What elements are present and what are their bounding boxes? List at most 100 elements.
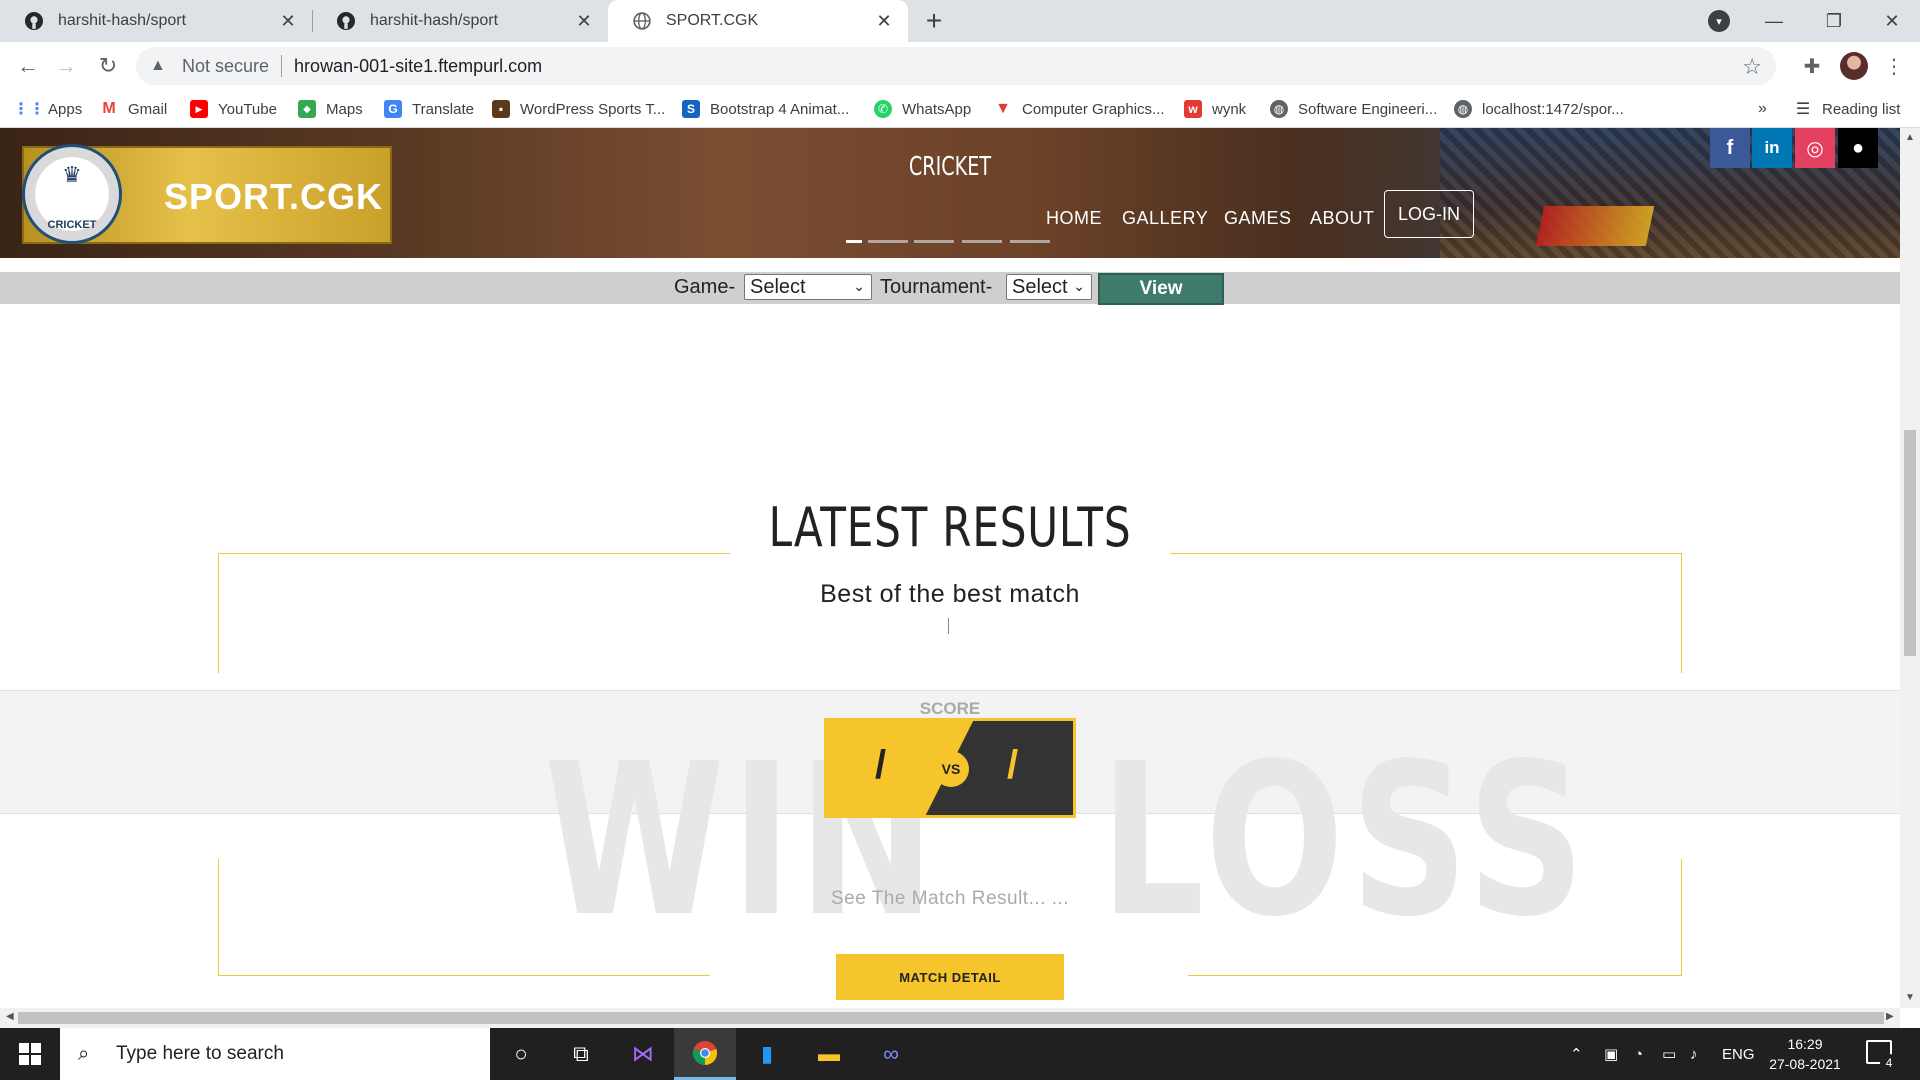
bookmark-label: Software Engineeri...: [1298, 100, 1438, 118]
tab-search-icon[interactable]: ▾: [1708, 10, 1730, 32]
address-bar[interactable]: ▲ Not secure hrowan-001-site1.ftempurl.c…: [136, 47, 1776, 85]
notification-count-badge: 4: [1880, 1054, 1898, 1072]
system-clock[interactable]: 16:29 27-08-2021: [1760, 1034, 1850, 1074]
volume-icon[interactable]: ♪: [1690, 1028, 1698, 1080]
bookmark-maps[interactable]: ◆ Maps: [298, 90, 363, 128]
bookmark-localhost[interactable]: ◍ localhost:1472/spor...: [1454, 90, 1624, 128]
browser-tab-2[interactable]: harshit-hash/sport ✕: [312, 0, 608, 42]
close-icon[interactable]: ✕: [278, 11, 298, 31]
view-button[interactable]: View: [1098, 273, 1224, 305]
bookmark-label: Translate: [412, 100, 474, 118]
taskbar-search-input[interactable]: ⌕ Type here to search: [60, 1028, 490, 1080]
scroll-up-arrow-icon[interactable]: ▲: [1904, 132, 1916, 143]
tournament-label: Tournament-: [880, 276, 993, 298]
bookmark-whatsapp[interactable]: ✆ WhatsApp: [874, 90, 971, 128]
maps-icon: ◆: [298, 100, 316, 118]
frame-right-lower-line: [1681, 859, 1682, 975]
cortana-icon[interactable]: ○: [490, 1028, 552, 1080]
file-explorer-icon[interactable]: ▬: [798, 1028, 860, 1080]
tray-chevron-up-icon[interactable]: ⌃: [1570, 1028, 1583, 1080]
tab-title: harshit-hash/sport: [58, 12, 187, 29]
back-arrow-icon[interactable]: ←: [12, 50, 44, 82]
security-label[interactable]: Not secure: [182, 56, 269, 77]
bookmark-bootstrap[interactable]: S Bootstrap 4 Animat...: [682, 90, 849, 128]
meet-now-icon[interactable]: ▣: [1604, 1028, 1618, 1080]
bookmark-gmail[interactable]: M Gmail: [100, 90, 167, 128]
game-label: Game-: [674, 276, 736, 298]
slide-indicator-4[interactable]: [962, 240, 1002, 243]
github-icon[interactable]: ●: [1838, 128, 1878, 168]
instagram-icon[interactable]: ◎: [1795, 128, 1835, 168]
frame-right-upper-line: [1681, 553, 1682, 673]
bookmark-software-engineering[interactable]: ◍ Software Engineeri...: [1270, 90, 1437, 128]
bookmarks-overflow-chevron-icon[interactable]: »: [1758, 90, 1767, 128]
left-team-score: /: [875, 743, 887, 787]
bookmark-youtube[interactable]: ▶ YouTube: [190, 90, 277, 128]
nav-about[interactable]: ABOUT: [1310, 208, 1375, 229]
horizontal-scrollbar[interactable]: ◀ ▶: [0, 1008, 1900, 1028]
bookmark-label: wynk: [1212, 100, 1247, 118]
restore-icon[interactable]: ❐: [1806, 0, 1862, 42]
bookmark-star-icon[interactable]: ☆: [1742, 54, 1762, 80]
browser-tab-1[interactable]: harshit-hash/sport ✕: [0, 0, 312, 42]
reading-list-button[interactable]: ☰ Reading list: [1794, 90, 1901, 128]
windows-start-icon[interactable]: [0, 1028, 60, 1080]
browser-tab-3-active[interactable]: SPORT.CGK ✕: [608, 0, 908, 42]
scroll-down-arrow-icon[interactable]: ▼: [1904, 992, 1916, 1003]
wifi-icon[interactable]: ◔: [1634, 1028, 1643, 1080]
nav-gallery[interactable]: GALLERY: [1122, 208, 1208, 229]
visual-studio-icon[interactable]: ⋈: [612, 1028, 674, 1080]
bookmark-apps[interactable]: ⋮⋮ Apps: [13, 90, 82, 128]
close-icon[interactable]: ✕: [874, 11, 894, 31]
nav-games[interactable]: GAMES: [1224, 208, 1292, 229]
windows-taskbar: ⌕ Type here to search ○ ⧉ ⋈ ▮ ▬ ∞ ⌃ ▣ ◔ …: [0, 1028, 1920, 1080]
globe-icon: ◍: [1454, 100, 1472, 118]
language-indicator[interactable]: ENG: [1722, 1028, 1755, 1080]
avatar[interactable]: [1840, 52, 1868, 80]
wordpress-theme-icon: ▪: [492, 100, 510, 118]
slide-indicator-3[interactable]: [914, 240, 954, 243]
bookmark-computer-graphics[interactable]: ▼ Computer Graphics...: [994, 90, 1164, 128]
facebook-icon[interactable]: f: [1710, 128, 1750, 168]
horizontal-scroll-thumb[interactable]: [18, 1012, 1884, 1024]
bookmark-translate[interactable]: G Translate: [384, 90, 474, 128]
new-tab-button[interactable]: +: [918, 6, 950, 38]
warning-triangle-icon: ▲: [150, 57, 166, 74]
url-text[interactable]: hrowan-001-site1.ftempurl.com: [294, 56, 542, 77]
close-icon[interactable]: ✕: [574, 11, 594, 31]
game-select[interactable]: Select ⌄: [744, 274, 872, 300]
chevron-down-icon: ⌄: [1073, 278, 1085, 294]
browser-tab-bar: harshit-hash/sport ✕ harshit-hash/sport …: [0, 0, 1920, 42]
menu-kebab-icon[interactable]: ⋮: [1882, 54, 1906, 78]
bookmark-wordpress-sports[interactable]: ▪ WordPress Sports T...: [492, 90, 665, 128]
slide-indicator-1[interactable]: [846, 240, 862, 243]
wynk-icon: w: [1184, 100, 1202, 118]
scroll-right-arrow-icon[interactable]: ▶: [1886, 1011, 1894, 1022]
extensions-puzzle-icon[interactable]: ✚: [1800, 54, 1824, 78]
forward-arrow-icon[interactable]: →: [50, 50, 82, 82]
bookmark-label: Maps: [326, 100, 363, 118]
window-close-icon[interactable]: ✕: [1864, 0, 1920, 42]
tournament-select[interactable]: Select ⌄: [1006, 274, 1092, 300]
infinity-app-icon[interactable]: ∞: [860, 1028, 922, 1080]
frame-left-upper-line: [218, 553, 219, 673]
scroll-left-arrow-icon[interactable]: ◀: [6, 1011, 14, 1022]
chrome-icon[interactable]: [674, 1028, 736, 1080]
bookmark-label: Bootstrap 4 Animat...: [710, 100, 850, 118]
reload-icon[interactable]: ↻: [92, 50, 124, 82]
slide-indicator-2[interactable]: [868, 240, 908, 243]
minimize-icon[interactable]: —: [1746, 0, 1802, 42]
task-view-icon[interactable]: ⧉: [550, 1028, 612, 1080]
frame-top-right-line: [1170, 553, 1682, 554]
battery-icon[interactable]: ▭: [1662, 1028, 1676, 1080]
site-logo[interactable]: ♛ CRICKET SPORT.CGK: [22, 144, 392, 244]
linkedin-icon[interactable]: in: [1752, 128, 1792, 168]
slide-indicator-5[interactable]: [1010, 240, 1050, 243]
vertical-scroll-thumb[interactable]: [1904, 430, 1916, 656]
notepad-app-icon[interactable]: ▮: [736, 1028, 798, 1080]
login-button[interactable]: LOG-IN: [1384, 190, 1474, 238]
nav-home[interactable]: HOME: [1046, 208, 1102, 229]
match-detail-button[interactable]: MATCH DETAIL: [836, 954, 1064, 1000]
vertical-scrollbar[interactable]: ▲ ▼: [1900, 128, 1920, 1008]
bookmark-wynk[interactable]: w wynk: [1184, 90, 1246, 128]
